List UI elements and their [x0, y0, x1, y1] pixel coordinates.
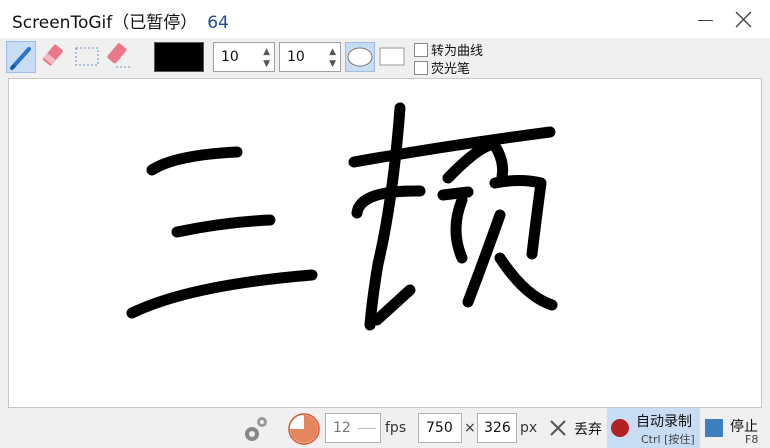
auto-record-button[interactable]: 自动录制 Ctrl [按住]	[607, 408, 700, 448]
record-shortcut: Ctrl [按住]	[641, 433, 695, 446]
drawing-toolbar: 10 ▲ ▼ 10 ▲ ▼ 转为曲线 荧光笔	[0, 38, 770, 77]
rectangle-tip-button[interactable]	[378, 42, 408, 72]
discard-label: 丢弃	[574, 422, 602, 438]
arrow-up-icon[interactable]: ▲	[263, 47, 270, 57]
width-value: 750	[426, 420, 453, 436]
ellipse-tip-button[interactable]	[345, 42, 375, 72]
pen-icon	[10, 47, 31, 70]
eraser-tool-button[interactable]	[39, 41, 69, 73]
title-bar: ScreenToGif（已暂停） 64	[0, 0, 770, 38]
select-tool-button[interactable]	[72, 41, 102, 73]
close-button[interactable]	[728, 2, 758, 36]
window-title: ScreenToGif（已暂停） 64	[12, 8, 229, 33]
stop-icon	[705, 419, 723, 437]
auto-record-label: 自动录制	[636, 414, 692, 430]
width-input[interactable]: 750	[418, 413, 462, 443]
px-unit-label: px	[520, 420, 538, 436]
arrow-down-icon[interactable]: ▼	[329, 59, 336, 69]
frame-count: 64	[207, 13, 229, 33]
arrow-down-icon[interactable]: ▼	[263, 59, 270, 69]
discard-x-icon	[550, 420, 566, 436]
color-picker[interactable]	[154, 42, 204, 72]
height-input[interactable]: 326	[477, 413, 517, 443]
frame-rate-icon	[288, 413, 320, 445]
settings-gear-icon[interactable]	[240, 412, 272, 446]
pen-width-value: 10	[221, 49, 239, 65]
minimize-button[interactable]	[690, 2, 720, 36]
pen-width-stepper[interactable]: 10 ▲ ▼	[213, 42, 275, 72]
close-icon	[735, 11, 752, 28]
highlighter-label: 荧光笔	[431, 62, 471, 77]
fps-value: 12	[333, 420, 351, 436]
ellipse-icon	[347, 47, 373, 67]
eraser-selection-icon	[107, 43, 132, 68]
convert-to-curves-checkbox[interactable]: 转为曲线	[414, 40, 483, 59]
fps-unit-label: fps	[385, 420, 407, 436]
window-title-text: ScreenToGif（已暂停）	[12, 13, 198, 33]
handwriting-strokes	[126, 102, 558, 331]
fps-input[interactable]: 12	[325, 413, 381, 443]
arrow-up-icon[interactable]: ▲	[329, 47, 336, 57]
convert-to-curves-label: 转为曲线	[431, 44, 484, 59]
status-bar: 12 fps 750 × 326 px 丢弃 自动录制 Ctrl [按住] 停止…	[0, 408, 770, 448]
pen-height-stepper[interactable]: 10 ▲ ▼	[279, 42, 341, 72]
stop-shortcut: F8	[745, 433, 759, 446]
selection-icon	[75, 47, 99, 66]
highlighter-checkbox[interactable]: 荧光笔	[414, 58, 470, 77]
record-icon	[611, 419, 629, 437]
pen-tool-button[interactable]	[6, 41, 36, 73]
rectangle-icon	[379, 47, 405, 66]
checkbox-box[interactable]	[414, 43, 428, 57]
erase-selection-tool-button[interactable]	[104, 41, 134, 73]
times-sign: ×	[464, 420, 476, 436]
pen-height-value: 10	[287, 49, 305, 65]
checkbox-box[interactable]	[414, 61, 428, 75]
height-value: 326	[484, 420, 511, 436]
stop-button[interactable]: 停止 F8	[702, 408, 768, 448]
discard-button[interactable]: 丢弃	[544, 408, 606, 448]
drawing-canvas[interactable]	[8, 78, 762, 408]
eraser-icon	[43, 44, 63, 66]
